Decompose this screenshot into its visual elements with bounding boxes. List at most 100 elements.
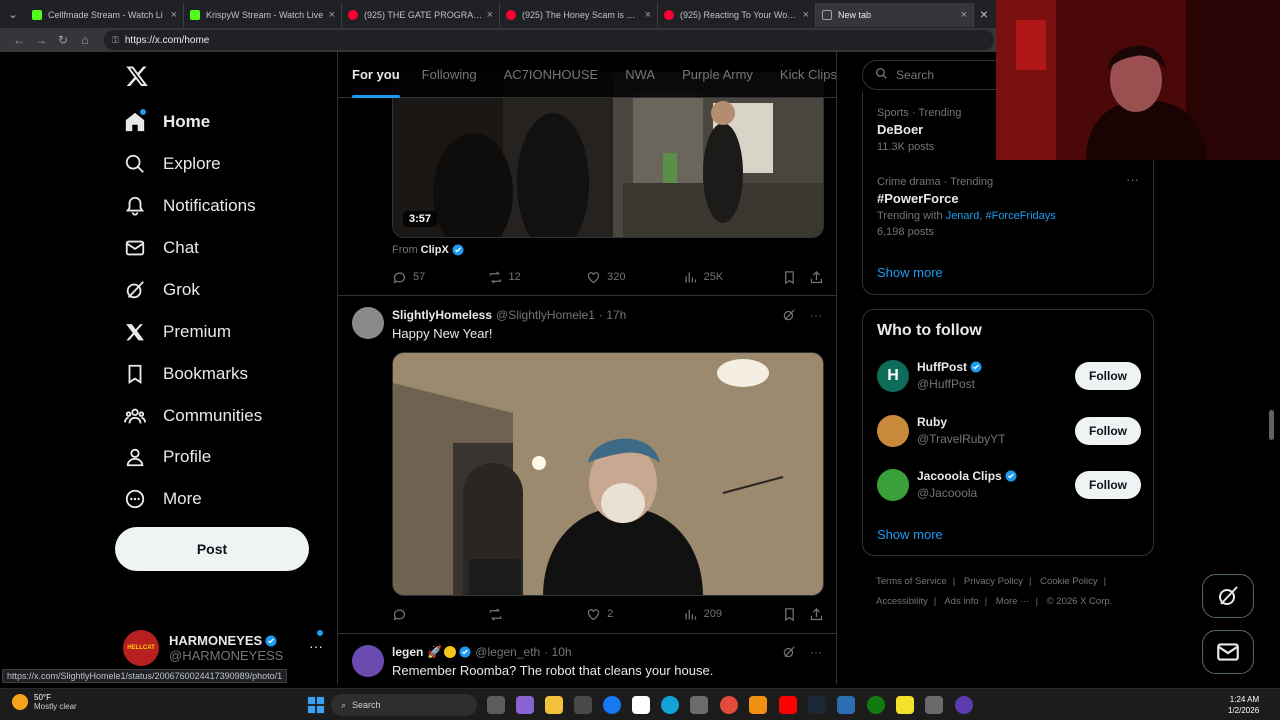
footer-link[interactable]: More ···: [996, 596, 1030, 607]
tab-nwa[interactable]: NWA: [625, 52, 655, 98]
browser-tab-active[interactable]: New tab ×: [816, 3, 974, 27]
copilot-icon[interactable]: [516, 696, 534, 714]
footer-link[interactable]: Cookie Policy: [1040, 576, 1098, 587]
trend-item[interactable]: Sports · Trending DeBoer 11.3K posts: [877, 107, 961, 153]
views-button[interactable]: 25K: [683, 270, 783, 285]
bookmark-icon[interactable]: [782, 270, 797, 285]
youtube-icon[interactable]: [779, 696, 797, 714]
calculator-icon[interactable]: [690, 696, 708, 714]
tab-following[interactable]: Following: [422, 52, 477, 98]
taskbar-search[interactable]: ⌕ Search: [331, 694, 477, 716]
nav-communities[interactable]: Communities: [123, 396, 262, 436]
close-tab-icon[interactable]: ×: [329, 9, 335, 21]
reload-icon[interactable]: ↻: [52, 33, 74, 47]
edge-icon[interactable]: [661, 696, 679, 714]
xbox-icon[interactable]: [867, 696, 885, 714]
footer-link[interactable]: Privacy Policy: [964, 576, 1023, 587]
repost-button[interactable]: 12: [488, 270, 587, 285]
like-button[interactable]: 320: [586, 270, 683, 285]
repost-button[interactable]: [488, 607, 587, 622]
back-icon[interactable]: ←: [8, 33, 30, 47]
new-tab-button[interactable]: ×: [974, 6, 994, 22]
nav-bookmarks[interactable]: Bookmarks: [123, 354, 248, 394]
vlc-icon[interactable]: [749, 696, 767, 714]
nav-grok[interactable]: Grok: [123, 270, 200, 310]
footer-link[interactable]: Terms of Service: [876, 576, 947, 587]
windows-start-icon[interactable]: [307, 696, 325, 714]
follow-suggestion[interactable]: H HuffPost @HuffPost Follow: [877, 358, 1141, 394]
tab-ac7ionhouse[interactable]: AC7IONHOUSE: [504, 52, 599, 98]
amazon-icon[interactable]: [632, 696, 650, 714]
more-options-icon[interactable]: ···: [810, 308, 822, 322]
source-link[interactable]: ClipX: [421, 244, 449, 256]
like-button[interactable]: 2: [586, 607, 683, 622]
avatar[interactable]: [352, 645, 384, 677]
footer-link[interactable]: Accessibility: [876, 596, 928, 607]
store-icon[interactable]: [574, 696, 592, 714]
scrollbar-thumb[interactable]: [1269, 410, 1274, 440]
nav-more[interactable]: More: [123, 479, 202, 519]
share-icon[interactable]: [809, 270, 824, 285]
browser-tab[interactable]: Cellfmade Stream - Watch Li ×: [26, 3, 184, 27]
close-tab-icon[interactable]: ×: [171, 9, 177, 21]
browser-tab[interactable]: (925) The Honey Scam is Worse Th ×: [500, 3, 658, 27]
obs-icon[interactable]: [955, 696, 973, 714]
follow-suggestion[interactable]: Ruby @TravelRubyYT Follow: [877, 413, 1141, 449]
notes-icon[interactable]: [896, 696, 914, 714]
trend-options-icon[interactable]: ···: [1126, 172, 1139, 187]
reply-button[interactable]: 57: [392, 270, 488, 285]
browser-tab[interactable]: (925) Reacting To Your Worst Tech ×: [658, 3, 816, 27]
show-more-follow-link[interactable]: Show more: [877, 527, 943, 542]
browser-tab[interactable]: KrispyW Stream - Watch Live ×: [184, 3, 342, 27]
reply-button[interactable]: [392, 607, 488, 622]
tab-purple-army[interactable]: Purple Army: [682, 52, 753, 98]
grok-icon[interactable]: [782, 645, 796, 659]
trend-link[interactable]: Jenard: [946, 210, 980, 222]
file-explorer-icon[interactable]: [545, 696, 563, 714]
trend-link[interactable]: #ForceFridays: [985, 210, 1055, 222]
avatar[interactable]: [352, 307, 384, 339]
follow-button[interactable]: Follow: [1075, 471, 1141, 499]
post-time[interactable]: · 10h: [544, 645, 571, 659]
browser-tab[interactable]: (925) THE GATE PROGRAM: Were ×: [342, 3, 500, 27]
follow-suggestion[interactable]: Jacooola Clips @Jacooola Follow: [877, 467, 1141, 503]
account-menu-icon[interactable]: ···: [309, 638, 323, 654]
nav-home[interactable]: Home: [123, 102, 210, 142]
bookmark-icon[interactable]: [782, 607, 797, 622]
tab-search-icon[interactable]: ⌄: [0, 0, 26, 28]
account-switcher[interactable]: HELLCAT HARMONEYES @HARMONEYESS ···: [123, 626, 337, 670]
tab-for-you[interactable]: For you: [352, 52, 400, 98]
forward-icon[interactable]: →: [30, 33, 52, 47]
share-icon[interactable]: [809, 607, 824, 622]
post-author-handle[interactable]: @SlightlyHomele1: [496, 308, 595, 322]
post-author-name[interactable]: SlightlyHomeless: [392, 308, 492, 322]
more-options-icon[interactable]: ···: [810, 645, 822, 659]
footer-link[interactable]: Ads info: [944, 596, 978, 607]
nav-profile[interactable]: Profile: [123, 437, 211, 477]
facebook-icon[interactable]: [603, 696, 621, 714]
weather-widget[interactable]: 50°F Mostly clear: [12, 693, 77, 711]
post-author-name[interactable]: legen: [392, 645, 423, 659]
close-tab-icon[interactable]: ×: [645, 9, 651, 21]
nav-chat[interactable]: Chat: [123, 228, 199, 268]
system-clock[interactable]: 1:24 AM 1/2/2026: [1228, 694, 1259, 716]
close-tab-icon[interactable]: ×: [803, 9, 809, 21]
nav-notifications[interactable]: Notifications: [123, 186, 256, 226]
show-more-trends-link[interactable]: Show more: [877, 265, 943, 280]
messages-floating-button[interactable]: [1202, 630, 1254, 674]
views-button[interactable]: 209: [683, 607, 783, 622]
settings-icon[interactable]: [925, 696, 943, 714]
site-info-icon[interactable]: ⚿: [112, 35, 119, 46]
tab-kick-clips[interactable]: Kick Clips: [780, 52, 836, 98]
follow-button[interactable]: Follow: [1075, 417, 1141, 445]
post-image[interactable]: [392, 352, 824, 596]
close-tab-icon[interactable]: ×: [487, 9, 493, 21]
post-time[interactable]: · 17h: [599, 308, 626, 322]
grok-icon[interactable]: [782, 308, 796, 322]
grok-floating-button[interactable]: [1202, 574, 1254, 618]
nav-explore[interactable]: Explore: [123, 144, 221, 184]
steam-icon[interactable]: [808, 696, 826, 714]
url-input[interactable]: ⚿ https://x.com/home: [104, 30, 994, 50]
post-author-handle[interactable]: @legen_eth: [475, 645, 540, 659]
close-tab-icon[interactable]: ×: [961, 9, 967, 21]
